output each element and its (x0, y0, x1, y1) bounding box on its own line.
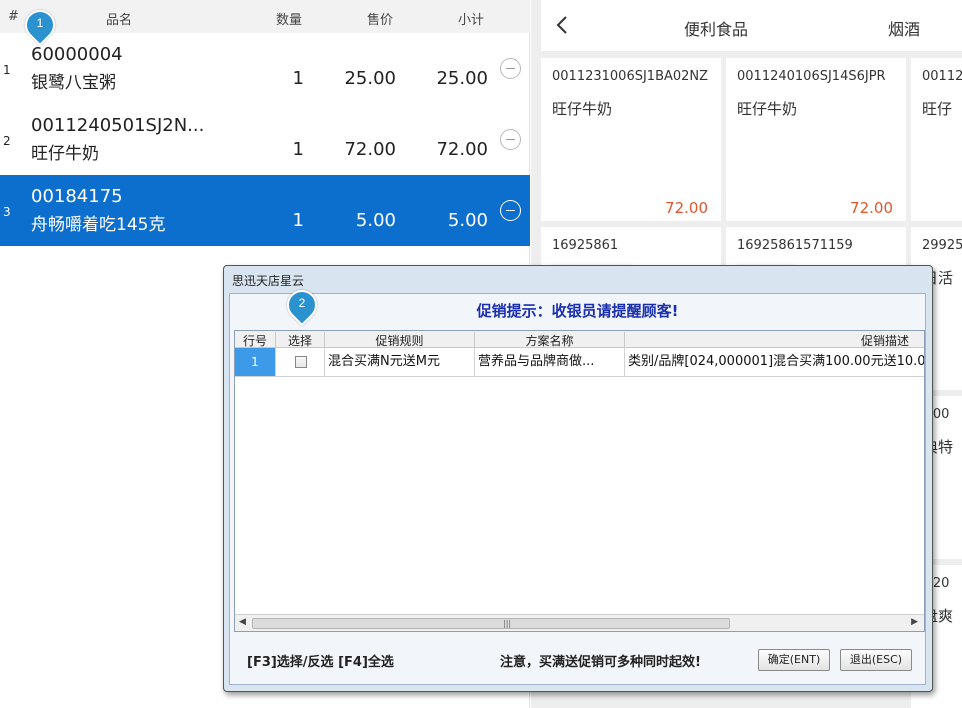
row-index: 3 (3, 205, 11, 219)
promotion-grid: 行号 选择 促销规则 方案名称 促销描述 1 混合买满N元送M元 营养品与品牌商… (234, 330, 925, 632)
category-tab[interactable]: 便利食品 (684, 16, 748, 40)
product-name: 旺仔牛奶 (552, 100, 613, 118)
item-name: 银鹭八宝粥 (31, 73, 116, 93)
annotation-marker-1: 1 (18, 3, 62, 48)
product-price: 72.00 (665, 199, 708, 217)
product-code: 00112 (922, 69, 962, 84)
row-index: 2 (3, 134, 11, 148)
col-plan-header[interactable]: 方案名称 (475, 332, 625, 348)
rule-cell: 混合买满N元送M元 (325, 348, 475, 376)
item-qty: 1 (292, 139, 304, 160)
col-subtotal-header: 小计 (458, 13, 485, 28)
col-rule-header[interactable]: 促销规则 (325, 332, 475, 348)
category-tab[interactable]: 烟酒 (888, 16, 920, 40)
scrollbar-grip-icon: ||| (503, 619, 512, 628)
col-qty-header: 数量 (276, 13, 303, 28)
cart-header: # 品名 数量 售价 小计 (0, 0, 530, 33)
confirm-button[interactable]: 确定(ENT) (758, 649, 830, 671)
dialog-title: 思迅天店星云 (232, 274, 305, 288)
col-index-header: # (8, 9, 19, 24)
item-name: 旺仔牛奶 (31, 144, 99, 164)
exit-button[interactable]: 退出(ESC) (840, 649, 912, 671)
chevron-left-icon[interactable] (555, 16, 569, 34)
product-code: 0011240106SJ14S6JPR (737, 69, 886, 84)
col-row-no-header[interactable]: 行号 (235, 332, 276, 348)
item-name: 舟畅嚼着吃145克 (31, 215, 166, 235)
item-price: 5.00 (355, 210, 396, 231)
product-code: 16925861571159 (737, 238, 853, 253)
shortcut-hint: [F3]选择/反选 [F4]全选 (247, 655, 394, 670)
item-code: 0011240501SJ2N... (31, 115, 205, 136)
product-card[interactable]: 00112 旺仔 (911, 58, 962, 221)
product-name: 旺仔 (922, 100, 953, 118)
item-subtotal: 25.00 (436, 68, 488, 89)
col-name-header: 品名 (106, 13, 133, 28)
select-checkbox[interactable] (295, 356, 307, 368)
col-price-header: 售价 (367, 13, 394, 28)
horizontal-scrollbar[interactable]: ◀ ||| ▶ (235, 614, 924, 631)
scroll-right-icon[interactable]: ▶ (911, 617, 918, 627)
item-price: 72.00 (344, 139, 396, 160)
product-card[interactable]: 0011231006SJ1BA02NZ 旺仔牛奶 72.00 (541, 58, 721, 221)
item-subtotal: 5.00 (447, 210, 488, 231)
promotion-dialog: 思迅天店星云 促销提示：收银员请提醒顾客! 行号 选择 促销规则 方案名称 促销… (223, 265, 933, 692)
plan-cell: 营养品与品牌商做... (475, 348, 625, 376)
product-code: 16925861 (552, 238, 619, 253)
cart-row[interactable]: 1 60000004 银鹭八宝粥 1 25.00 25.00 (0, 33, 530, 104)
row-index: 1 (3, 63, 11, 77)
promotion-note: 注意，买满送促销可多种同时起效! (500, 655, 701, 670)
item-price: 25.00 (344, 68, 396, 89)
col-select-header[interactable]: 选择 (276, 332, 325, 348)
cart-row[interactable]: 2 0011240501SJ2N... 旺仔牛奶 1 72.00 72.00 (0, 104, 530, 175)
product-price: 72.00 (850, 199, 893, 217)
row-number: 1 (235, 348, 276, 376)
dialog-body: 促销提示：收银员请提醒顾客! 行号 选择 促销规则 方案名称 促销描述 1 混合… (229, 293, 926, 685)
promotion-banner: 促销提示：收银员请提醒顾客! (476, 302, 679, 320)
item-qty: 1 (292, 68, 304, 89)
cart-row-selected[interactable]: 3 00184175 舟畅嚼着吃145克 1 5.00 5.00 (0, 175, 530, 246)
desc-cell: 类别/品牌[024,000001]混合买满100.00元送10.0 (628, 354, 925, 369)
select-cell (276, 348, 325, 376)
item-qty: 1 (292, 210, 304, 231)
item-code: 00184175 (31, 186, 123, 207)
product-code: 29925 (922, 238, 962, 253)
product-card[interactable]: 0011240106SJ14S6JPR 旺仔牛奶 72.00 (726, 58, 906, 221)
product-name: 旺仔牛奶 (737, 100, 798, 118)
remove-item-icon[interactable] (500, 129, 521, 150)
col-desc-header[interactable]: 促销描述 (625, 332, 924, 348)
item-subtotal: 72.00 (436, 139, 488, 160)
annotation-marker-2: 2 (280, 283, 324, 328)
remove-item-icon[interactable] (500, 58, 521, 79)
product-code: 0011231006SJ1BA02NZ (552, 69, 709, 84)
category-bar: 便利食品 烟酒 (541, 0, 962, 51)
remove-item-icon[interactable] (500, 200, 521, 221)
scroll-left-icon[interactable]: ◀ (239, 617, 246, 627)
grid-header: 行号 选择 促销规则 方案名称 促销描述 (235, 331, 924, 348)
scrollbar-thumb[interactable]: ||| (252, 618, 730, 629)
promotion-row[interactable]: 1 混合买满N元送M元 营养品与品牌商做... 类别/品牌[024,000001… (235, 348, 924, 377)
